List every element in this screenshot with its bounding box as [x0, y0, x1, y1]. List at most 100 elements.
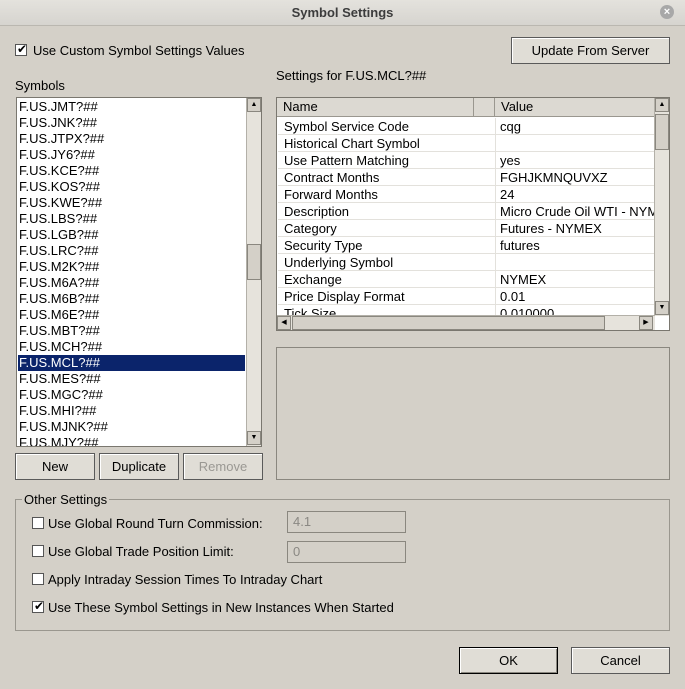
settings-row[interactable]: Category Futures - NYMEX: [278, 220, 655, 237]
symbol-list-item[interactable]: F.US.JNK?##: [18, 115, 245, 131]
commission-checkbox[interactable]: [32, 517, 44, 529]
symbol-list-item[interactable]: F.US.LRC?##: [18, 243, 245, 259]
scroll-up-icon[interactable]: ▲: [247, 98, 261, 112]
setting-name: Symbol Service Code: [284, 119, 409, 134]
setting-name: Historical Chart Symbol: [284, 136, 420, 151]
symbol-list[interactable]: F.US.JMT?## F.US.JNK?## F.US.JTPX?## F.US.J…: [16, 97, 262, 447]
checkmark-icon: ✔: [16, 42, 28, 56]
scroll-up-icon[interactable]: ▲: [655, 98, 669, 112]
symbol-list-item[interactable]: F.US.JMT?##: [18, 99, 245, 115]
setting-value[interactable]: 24: [500, 187, 654, 202]
settings-row[interactable]: Use Pattern Matching yes: [278, 152, 655, 169]
symbol-list-item[interactable]: F.US.M2K?##: [18, 259, 245, 275]
scroll-down-icon[interactable]: ▼: [655, 301, 669, 315]
settings-row[interactable]: Security Type futures: [278, 237, 655, 254]
position-limit-checkbox[interactable]: [32, 545, 44, 557]
symbol-list-item[interactable]: F.US.MCL?##: [18, 355, 245, 371]
symbol-list-item[interactable]: F.US.KOS?##: [18, 179, 245, 195]
settings-row[interactable]: Description Micro Crude Oil WTI - NYMEX: [278, 203, 655, 220]
duplicate-button[interactable]: Duplicate: [99, 453, 179, 480]
settings-title: Settings for F.US.MCL?##: [276, 68, 427, 83]
scroll-thumb[interactable]: [292, 316, 605, 330]
grid-vertical-scrollbar[interactable]: ▲ ▼: [654, 98, 669, 316]
setting-value[interactable]: yes: [500, 153, 654, 168]
new-instances-checkbox[interactable]: ✔: [32, 599, 45, 613]
settings-grid[interactable]: Name Value Symbol Service Code cqg Histori…: [276, 97, 670, 331]
setting-name: Security Type: [284, 238, 363, 253]
setting-value[interactable]: futures: [500, 238, 654, 253]
ok-button[interactable]: OK: [459, 647, 558, 674]
close-icon[interactable]: ×: [660, 5, 674, 19]
column-divider: [495, 135, 496, 152]
symbol-list-item[interactable]: F.US.M6A?##: [18, 275, 245, 291]
symbol-list-item[interactable]: F.US.MCH?##: [18, 339, 245, 355]
cancel-button[interactable]: Cancel: [571, 647, 670, 674]
column-divider: [495, 169, 496, 186]
position-limit-field[interactable]: 0: [287, 541, 406, 563]
title-bar: Symbol Settings ×: [0, 0, 685, 26]
setting-name: Contract Months: [284, 170, 380, 185]
symbol-list-item[interactable]: F.US.LGB?##: [18, 227, 245, 243]
setting-value[interactable]: 0.01: [500, 289, 654, 304]
setting-value[interactable]: Futures - NYMEX: [500, 221, 654, 236]
settings-row[interactable]: Symbol Service Code cqg: [278, 118, 655, 135]
scroll-down-icon[interactable]: ▼: [247, 431, 261, 445]
setting-name: Forward Months: [284, 187, 378, 202]
scroll-left-icon[interactable]: ◀: [277, 316, 291, 330]
checkmark-icon: ✔: [33, 599, 45, 613]
position-limit-label: Use Global Trade Position Limit:: [48, 544, 234, 559]
scroll-thumb[interactable]: [247, 244, 261, 280]
setting-value[interactable]: NYMEX: [500, 272, 654, 287]
setting-value[interactable]: Micro Crude Oil WTI - NYMEX: [500, 204, 654, 219]
name-column-header[interactable]: Name: [277, 98, 474, 117]
symbol-list-item[interactable]: F.US.MBT?##: [18, 323, 245, 339]
custom-values-label: Use Custom Symbol Settings Values: [33, 43, 245, 58]
symbol-list-item[interactable]: F.US.MGC?##: [18, 387, 245, 403]
new-button[interactable]: New: [15, 453, 95, 480]
value-column-header[interactable]: Value: [495, 98, 656, 117]
settings-row[interactable]: Price Display Format 0.01: [278, 288, 655, 305]
scroll-thumb[interactable]: [655, 114, 669, 150]
intraday-label: Apply Intraday Session Times To Intraday…: [48, 572, 323, 587]
column-divider: [495, 237, 496, 254]
column-divider: [495, 271, 496, 288]
setting-name: Category: [284, 221, 337, 236]
scroll-right-icon[interactable]: ▶: [639, 316, 653, 330]
setting-value[interactable]: FGHJKMNQUVXZ: [500, 170, 654, 185]
commission-field[interactable]: 4.1: [287, 511, 406, 533]
column-divider: [495, 186, 496, 203]
symbols-label: Symbols: [15, 78, 65, 93]
setting-name: Description: [284, 204, 350, 219]
symbol-list-item[interactable]: F.US.M6B?##: [18, 291, 245, 307]
symbol-list-item[interactable]: F.US.MHI?##: [18, 403, 245, 419]
symbol-list-scrollbar[interactable]: ▲ ▼: [246, 98, 261, 446]
settings-row[interactable]: Underlying Symbol: [278, 254, 655, 271]
symbol-list-item[interactable]: F.US.MES?##: [18, 371, 245, 387]
intraday-checkbox[interactable]: [32, 573, 44, 585]
setting-name: Use Pattern Matching: [284, 153, 410, 168]
setting-name: Price Display Format: [284, 289, 405, 304]
remove-button[interactable]: Remove: [183, 453, 263, 480]
symbol-list-item[interactable]: F.US.JTPX?##: [18, 131, 245, 147]
setting-value[interactable]: cqg: [500, 119, 654, 134]
settings-row[interactable]: Exchange NYMEX: [278, 271, 655, 288]
symbol-list-item[interactable]: F.US.MJY?##: [18, 435, 245, 446]
symbol-list-item[interactable]: F.US.KWE?##: [18, 195, 245, 211]
column-divider: [495, 203, 496, 220]
column-divider: [495, 254, 496, 271]
settings-row[interactable]: Contract Months FGHJKMNQUVXZ: [278, 169, 655, 186]
symbol-list-item[interactable]: F.US.M6E?##: [18, 307, 245, 323]
commission-label: Use Global Round Turn Commission:: [48, 516, 263, 531]
setting-name: Underlying Symbol: [284, 255, 394, 270]
symbol-list-item[interactable]: F.US.KCE?##: [18, 163, 245, 179]
other-settings-title: Other Settings: [22, 492, 110, 507]
symbol-list-item[interactable]: F.US.LBS?##: [18, 211, 245, 227]
update-from-server-button[interactable]: Update From Server: [511, 37, 670, 64]
grid-horizontal-scrollbar[interactable]: ◀ ▶: [277, 315, 655, 330]
settings-row[interactable]: Historical Chart Symbol: [278, 135, 655, 152]
symbol-list-item[interactable]: F.US.JY6?##: [18, 147, 245, 163]
settings-row[interactable]: Forward Months 24: [278, 186, 655, 203]
symbol-list-item[interactable]: F.US.MJNK?##: [18, 419, 245, 435]
new-instances-label: Use These Symbol Settings in New Instanc…: [48, 600, 394, 615]
custom-values-checkbox[interactable]: ✔: [15, 42, 28, 56]
